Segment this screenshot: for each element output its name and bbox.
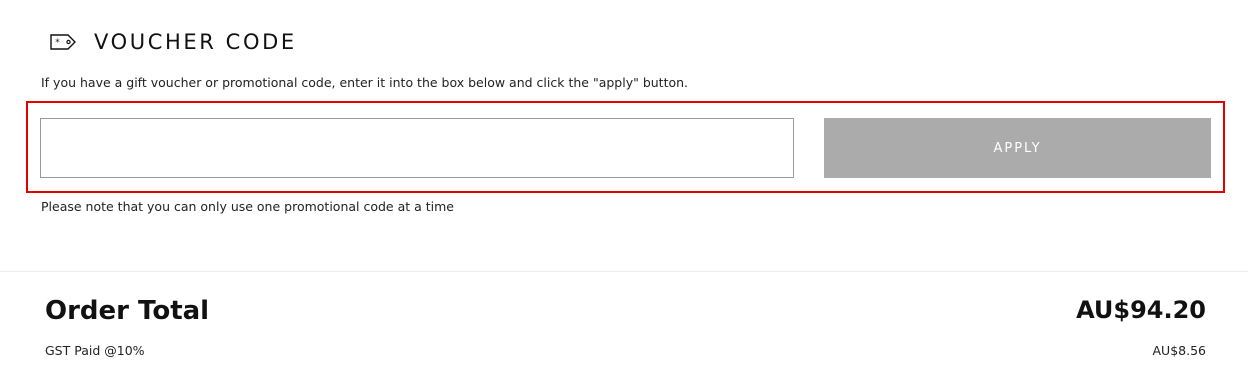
tag-icon: *	[50, 34, 76, 50]
voucher-instructions: If you have a gift voucher or promotiona…	[41, 75, 689, 90]
voucher-code-input[interactable]	[40, 118, 794, 178]
apply-button[interactable]: APPLY	[824, 118, 1211, 178]
voucher-title: VOUCHER CODE	[94, 30, 297, 54]
checkout-summary-panel: * VOUCHER CODE If you have a gift vouche…	[0, 0, 1248, 371]
voucher-header: * VOUCHER CODE	[50, 30, 297, 54]
gst-label: GST Paid @10%	[45, 343, 145, 358]
order-total-label: Order Total	[45, 296, 210, 326]
order-total-value: AU$94.20	[1076, 296, 1206, 324]
voucher-note: Please note that you can only use one pr…	[41, 199, 454, 214]
section-divider	[0, 271, 1248, 272]
svg-text:*: *	[55, 38, 60, 48]
gst-value: AU$8.56	[1152, 343, 1207, 358]
